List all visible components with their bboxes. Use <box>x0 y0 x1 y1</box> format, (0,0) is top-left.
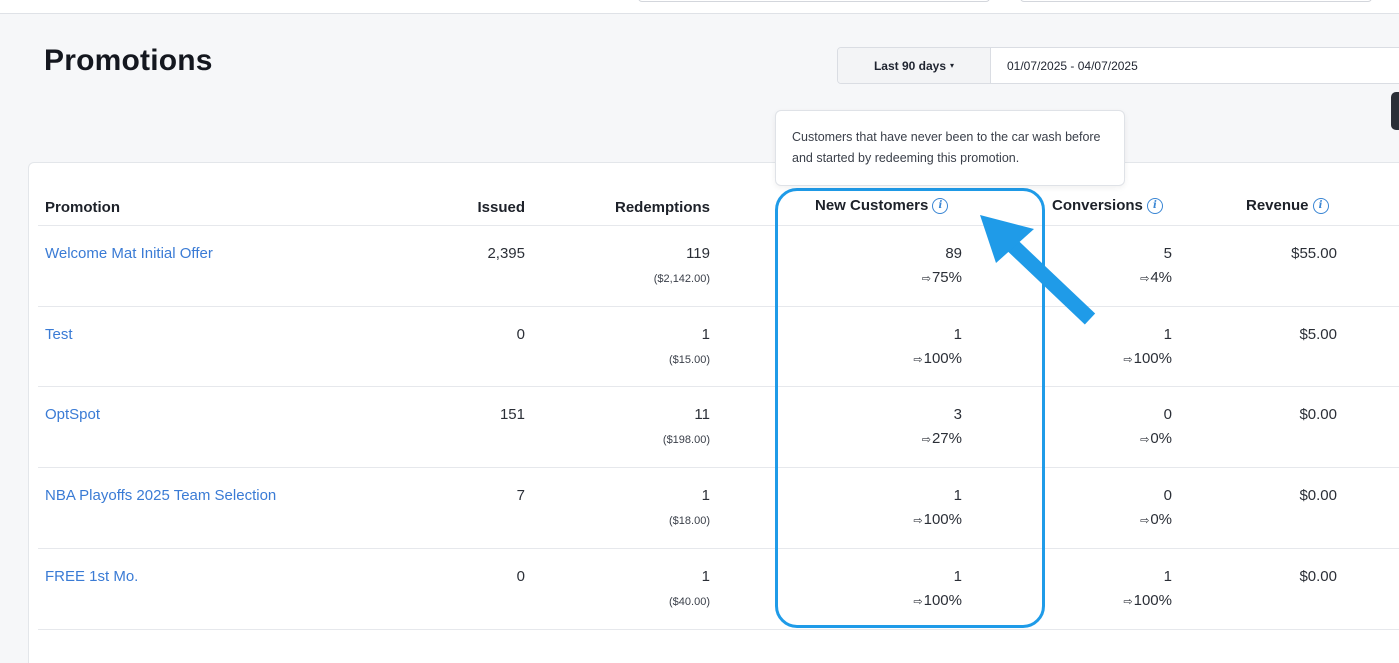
arrow-right-icon: ⇨ <box>913 354 923 366</box>
revenue-value: $5.00 <box>1299 326 1337 343</box>
conversions-percent-text: 0% <box>1150 430 1172 447</box>
conversions-percent: ⇨100% <box>1030 592 1172 609</box>
redemptions-amount: ($40.00) <box>669 596 710 608</box>
conversions-value: 5 <box>1163 245 1172 262</box>
issued-value: 0 <box>516 568 525 585</box>
conversions-percent: ⇨0% <box>1030 430 1172 447</box>
conversions-percent: ⇨100% <box>1030 350 1172 367</box>
conversions-value: 1 <box>1163 326 1172 343</box>
new-customers-percent: ⇨27% <box>820 430 962 447</box>
new-customers-percent-text: 100% <box>923 350 962 367</box>
promotion-link[interactable]: Welcome Mat Initial Offer <box>45 245 213 262</box>
issued-value: 7 <box>516 487 525 504</box>
revenue-value: $0.00 <box>1299 406 1337 423</box>
arrow-right-icon: ⇨ <box>921 273 931 285</box>
new-customers-value: 89 <box>945 245 962 262</box>
column-header-conversions: Conversions i <box>1052 197 1163 214</box>
redemptions-amount: ($18.00) <box>669 515 710 527</box>
redemptions-value: 1 <box>701 326 710 343</box>
page-title: Promotions <box>44 44 213 77</box>
date-range-input[interactable] <box>991 48 1399 83</box>
conversions-percent: ⇨4% <box>1030 269 1172 286</box>
arrow-right-icon: ⇨ <box>1123 596 1133 608</box>
conversions-value: 0 <box>1163 487 1172 504</box>
info-icon[interactable]: i <box>932 197 949 214</box>
caret-down-icon: ▾ <box>950 61 955 70</box>
conversions-label: Conversions <box>1052 197 1143 214</box>
promotion-link[interactable]: OptSpot <box>45 406 100 423</box>
top-field-stub[interactable] <box>1020 0 1372 2</box>
arrow-right-icon: ⇨ <box>1140 434 1150 446</box>
conversions-percent-text: 100% <box>1133 350 1172 367</box>
new-customers-percent: ⇨100% <box>820 511 962 528</box>
date-preset-dropdown[interactable]: Last 90 days ▾ <box>838 48 991 83</box>
conversions-percent-text: 100% <box>1133 592 1172 609</box>
promotion-link[interactable]: FREE 1st Mo. <box>45 568 138 585</box>
redemptions-amount: ($198.00) <box>662 434 710 446</box>
issued-value: 151 <box>499 406 525 423</box>
promotions-table-card <box>28 162 1399 663</box>
issued-value: 0 <box>516 326 525 343</box>
top-field-stub[interactable] <box>638 0 990 2</box>
redemptions-value: 1 <box>701 487 710 504</box>
arrow-right-icon: ⇨ <box>1140 273 1150 285</box>
date-preset-label: Last 90 days <box>873 58 947 73</box>
row-divider <box>38 467 1399 468</box>
redemptions-value: 1 <box>701 568 710 585</box>
row-divider <box>38 386 1399 387</box>
arrow-right-icon: ⇨ <box>1140 515 1150 527</box>
arrow-right-icon: ⇨ <box>1123 354 1133 366</box>
conversions-percent-text: 0% <box>1150 511 1172 528</box>
arrow-right-icon: ⇨ <box>913 515 923 527</box>
column-header-issued: Issued <box>477 199 525 216</box>
new-customers-value: 1 <box>953 326 962 343</box>
revenue-value: $55.00 <box>1291 245 1337 262</box>
issued-value: 2,395 <box>487 245 525 262</box>
redemptions-amount: ($15.00) <box>669 354 710 366</box>
new-customers-label: New Customers <box>815 197 929 214</box>
header-divider <box>38 225 1399 226</box>
new-customers-percent-text: 100% <box>923 511 962 528</box>
conversions-value: 1 <box>1163 568 1172 585</box>
row-divider <box>38 629 1399 630</box>
redemptions-value: 11 <box>694 406 710 423</box>
new-customers-percent-text: 27% <box>931 430 962 447</box>
new-customers-percent: ⇨100% <box>820 592 962 609</box>
promotion-link[interactable]: Test <box>45 326 73 343</box>
row-divider <box>38 548 1399 549</box>
side-panel-tab[interactable] <box>1391 92 1399 130</box>
conversions-value: 0 <box>1163 406 1172 423</box>
conversions-percent-text: 4% <box>1150 269 1172 286</box>
info-icon[interactable]: i <box>1312 197 1329 214</box>
column-header-new-customers: New Customers i <box>815 197 949 214</box>
new-customers-tooltip: Customers that have never been to the ca… <box>775 110 1125 186</box>
column-header-revenue: Revenue i <box>1246 197 1329 214</box>
new-customers-percent: ⇨100% <box>820 350 962 367</box>
info-icon[interactable]: i <box>1146 197 1163 214</box>
conversions-percent: ⇨0% <box>1030 511 1172 528</box>
column-header-promotion: Promotion <box>45 199 120 216</box>
new-customers-value: 3 <box>953 406 962 423</box>
revenue-value: $0.00 <box>1299 487 1337 504</box>
revenue-value: $0.00 <box>1299 568 1337 585</box>
column-header-redemptions: Redemptions <box>614 199 710 216</box>
new-customers-percent: ⇨75% <box>820 269 962 286</box>
date-range-filter: Last 90 days ▾ <box>837 47 1399 84</box>
arrow-right-icon: ⇨ <box>913 596 923 608</box>
new-customers-percent-text: 100% <box>923 592 962 609</box>
top-bar <box>0 0 1399 14</box>
new-customers-value: 1 <box>953 487 962 504</box>
new-customers-value: 1 <box>953 568 962 585</box>
redemptions-value: 119 <box>686 245 710 262</box>
revenue-label: Revenue <box>1246 197 1309 214</box>
arrow-right-icon: ⇨ <box>921 434 931 446</box>
row-divider <box>38 306 1399 307</box>
new-customers-percent-text: 75% <box>931 269 962 286</box>
promotion-link[interactable]: NBA Playoffs 2025 Team Selection <box>45 487 276 504</box>
redemptions-amount: ($2,142.00) <box>653 273 710 285</box>
